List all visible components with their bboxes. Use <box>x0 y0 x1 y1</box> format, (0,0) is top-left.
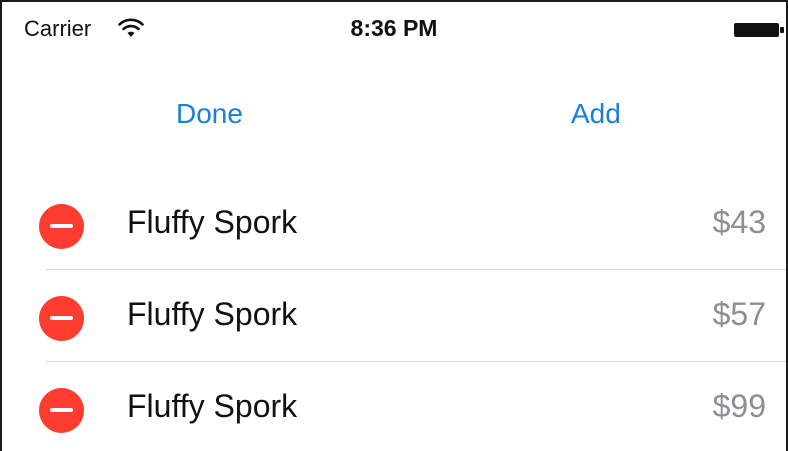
item-name: Fluffy Spork <box>127 204 298 240</box>
item-list: Fluffy Spork $43 Fluffy Spork $57 Fluffy… <box>2 178 786 451</box>
item-price: $57 <box>712 296 766 332</box>
delete-minus-icon[interactable] <box>39 388 84 433</box>
list-item[interactable]: Fluffy Spork $43 <box>2 178 786 270</box>
done-button[interactable]: Done <box>176 98 243 130</box>
battery-icon <box>734 23 784 37</box>
item-name: Fluffy Spork <box>127 388 298 424</box>
add-button[interactable]: Add <box>571 98 621 130</box>
item-name: Fluffy Spork <box>127 296 298 332</box>
delete-minus-icon[interactable] <box>39 296 84 341</box>
item-price: $43 <box>712 204 766 240</box>
delete-minus-icon[interactable] <box>39 204 84 249</box>
item-price: $99 <box>712 388 766 424</box>
list-item[interactable]: Fluffy Spork $99 <box>2 362 786 451</box>
list-item[interactable]: Fluffy Spork $57 <box>2 270 786 362</box>
status-bar: Carrier 8:36 PM <box>2 2 786 60</box>
app-screen: Carrier 8:36 PM Done Add Fluffy Spork $4… <box>0 0 788 451</box>
status-time: 8:36 PM <box>350 15 438 41</box>
navigation-bar: Done Add <box>2 82 786 152</box>
